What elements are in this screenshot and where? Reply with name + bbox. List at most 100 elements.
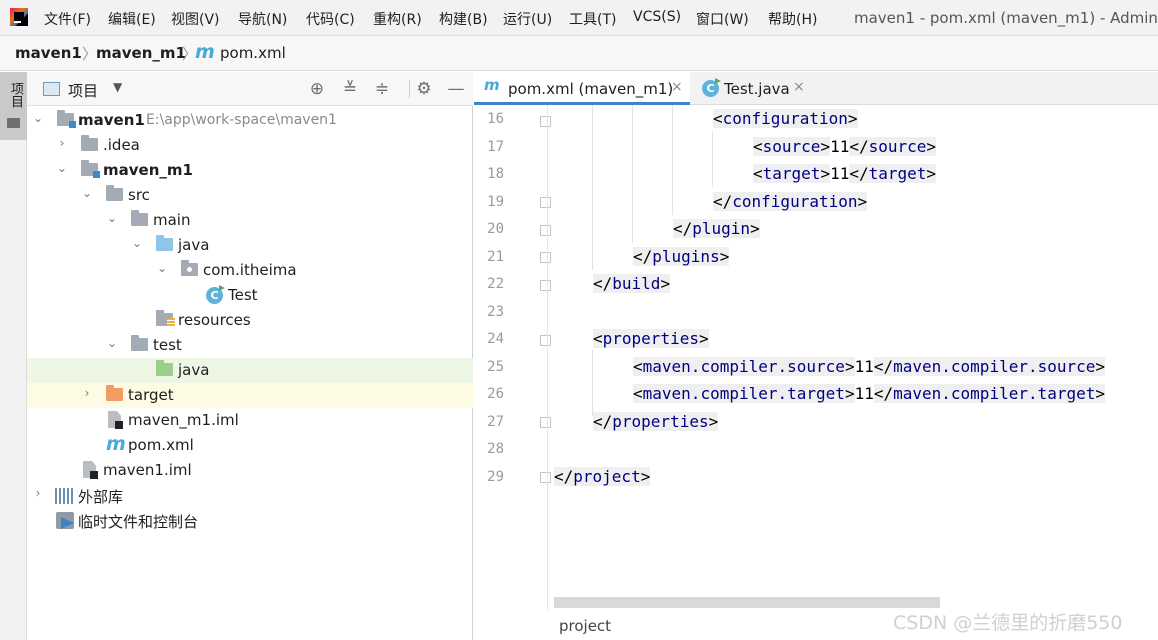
tree-item-test[interactable]: ⌄ test bbox=[27, 333, 473, 358]
editor-tab-bar: m pom.xml (maven_m1) × C Test.java × bbox=[474, 72, 1158, 105]
tree-item-label: maven_m1.iml bbox=[128, 411, 239, 429]
code-editor[interactable]: 16 17 18 19 20 21 22 23 24 25 26 27 28 2… bbox=[474, 105, 1158, 640]
fold-marker-icon[interactable] bbox=[540, 116, 551, 127]
left-tool-strip: 项目 bbox=[0, 72, 27, 640]
chevron-right-icon[interactable]: › bbox=[32, 486, 44, 502]
chevron-down-icon[interactable]: ⌄ bbox=[156, 261, 168, 277]
code-line-19: </configuration> bbox=[713, 192, 868, 211]
xml-tag: plugins bbox=[652, 247, 720, 266]
close-icon[interactable]: × bbox=[793, 79, 805, 95]
code-line-18: <target>11</target> bbox=[753, 164, 937, 183]
tree-item-com-itheima[interactable]: ⌄ com.itheima bbox=[27, 258, 473, 283]
chevron-down-icon[interactable]: ⌄ bbox=[32, 111, 44, 127]
fold-marker-icon[interactable] bbox=[540, 280, 551, 291]
menu-run[interactable]: 运行(U) bbox=[503, 9, 552, 29]
xml-tag: maven.compiler.source bbox=[642, 357, 845, 376]
menu-window[interactable]: 窗口(W) bbox=[696, 9, 749, 29]
chevron-right-icon[interactable]: › bbox=[56, 136, 68, 152]
fold-marker-icon[interactable] bbox=[540, 225, 551, 236]
menu-view[interactable]: 视图(V) bbox=[171, 9, 220, 29]
tree-item-resources[interactable]: resources bbox=[27, 308, 473, 333]
project-tool-window-tab[interactable]: 项目 bbox=[0, 72, 27, 140]
gear-icon[interactable]: ⚙ bbox=[414, 79, 434, 99]
tree-item-main-java[interactable]: ⌄ java bbox=[27, 233, 473, 258]
folder-icon bbox=[131, 210, 148, 226]
line-number: 19 bbox=[487, 194, 504, 210]
chevron-right-icon[interactable]: › bbox=[81, 386, 93, 402]
project-view-icon bbox=[43, 82, 60, 96]
xml-tag: maven.compiler.target bbox=[642, 384, 845, 403]
xml-tag: source bbox=[868, 137, 927, 156]
line-number: 18 bbox=[487, 166, 504, 182]
menu-build[interactable]: 构建(B) bbox=[439, 9, 488, 29]
line-number: 25 bbox=[487, 359, 504, 375]
chevron-down-icon[interactable]: ▼ bbox=[113, 80, 122, 94]
tree-item-main[interactable]: ⌄ main bbox=[27, 208, 473, 233]
fold-marker-icon[interactable] bbox=[540, 252, 551, 263]
tree-item-label: src bbox=[128, 186, 150, 204]
tree-item-target[interactable]: › target bbox=[27, 383, 473, 408]
menu-edit[interactable]: 编辑(E) bbox=[108, 9, 156, 29]
xml-value: 11 bbox=[854, 357, 874, 376]
menu-navigate[interactable]: 导航(N) bbox=[238, 9, 287, 29]
module-folder-icon bbox=[81, 160, 100, 178]
tree-item-label: pom.xml bbox=[128, 436, 194, 454]
breadcrumb-maven1[interactable]: maven1 bbox=[15, 44, 82, 62]
menu-vcs[interactable]: VCS(S) bbox=[633, 9, 681, 25]
indent-guide bbox=[592, 105, 593, 270]
fold-marker-icon[interactable] bbox=[540, 335, 551, 346]
menu-help[interactable]: 帮助(H) bbox=[768, 9, 817, 29]
breadcrumb-pom-xml[interactable]: pom.xml bbox=[220, 44, 286, 62]
tab-label: pom.xml (maven_m1) bbox=[508, 80, 674, 98]
chevron-down-icon[interactable]: ⌄ bbox=[106, 336, 118, 352]
divider bbox=[409, 80, 410, 98]
scratches-icon bbox=[56, 512, 74, 529]
fold-marker-icon[interactable] bbox=[540, 417, 551, 428]
tree-item-maven1-iml[interactable]: maven1.iml bbox=[27, 458, 473, 483]
code-line-25: <maven.compiler.source>11</maven.compile… bbox=[633, 357, 1106, 376]
chevron-down-icon[interactable]: ⌄ bbox=[56, 161, 68, 177]
folder-icon bbox=[106, 185, 123, 201]
tab-label: Test.java bbox=[724, 80, 790, 98]
editor-breadcrumb[interactable]: project bbox=[559, 617, 611, 635]
tree-item-src[interactable]: ⌄ src bbox=[27, 183, 473, 208]
chevron-down-icon[interactable]: ⌄ bbox=[106, 211, 118, 227]
menu-code[interactable]: 代码(C) bbox=[306, 9, 355, 29]
code-line-27: </properties> bbox=[593, 412, 719, 431]
java-class-icon: C bbox=[206, 287, 223, 304]
fold-marker-icon[interactable] bbox=[540, 197, 551, 208]
horizontal-scrollbar[interactable] bbox=[554, 597, 940, 608]
breadcrumb-separator-icon: 〉 bbox=[82, 45, 98, 63]
fold-marker-icon[interactable] bbox=[540, 472, 551, 483]
line-number: 23 bbox=[487, 304, 504, 320]
tree-item-maven1[interactable]: ⌄ maven1 E:\app\work-space\maven1 bbox=[27, 108, 473, 133]
xml-tag: maven.compiler.source bbox=[893, 357, 1096, 376]
project-panel-header: 项目 ▼ ⊕ ≚ ≑ ⚙ — bbox=[27, 72, 473, 106]
watermark: CSDN @兰德里的折磨550 bbox=[893, 612, 1123, 634]
tree-item-test-class[interactable]: C Test bbox=[27, 283, 473, 308]
menu-file[interactable]: 文件(F) bbox=[44, 9, 91, 29]
hide-panel-icon[interactable]: — bbox=[446, 79, 466, 99]
editor-gutter: 16 17 18 19 20 21 22 23 24 25 26 27 28 2… bbox=[474, 105, 551, 640]
menu-tools[interactable]: 工具(T) bbox=[569, 9, 616, 29]
tree-item-external-libraries[interactable]: › 外部库 bbox=[27, 483, 473, 508]
tree-item-idea[interactable]: › .idea bbox=[27, 133, 473, 158]
expand-all-icon[interactable]: ≚ bbox=[340, 79, 360, 99]
collapse-all-icon[interactable]: ≑ bbox=[372, 79, 392, 99]
chevron-down-icon[interactable]: ⌄ bbox=[131, 236, 143, 252]
tree-item-pom-xml[interactable]: m pom.xml bbox=[27, 433, 473, 458]
project-panel-title[interactable]: 项目 bbox=[68, 80, 98, 101]
tree-item-maven-m1[interactable]: ⌄ maven_m1 bbox=[27, 158, 473, 183]
tree-item-test-java[interactable]: java bbox=[27, 358, 473, 383]
tab-test-java[interactable]: C Test.java × bbox=[692, 72, 812, 105]
tree-item-scratches[interactable]: 临时文件和控制台 bbox=[27, 508, 473, 533]
menu-refactor[interactable]: 重构(R) bbox=[373, 9, 422, 29]
tree-item-maven-m1-iml[interactable]: maven_m1.iml bbox=[27, 408, 473, 433]
chevron-down-icon[interactable]: ⌄ bbox=[81, 186, 93, 202]
maven-file-icon: m bbox=[195, 41, 215, 63]
breadcrumb-maven-m1[interactable]: maven_m1 bbox=[96, 44, 186, 62]
folder-icon bbox=[7, 118, 20, 128]
close-icon[interactable]: × bbox=[671, 79, 683, 95]
tab-pom-xml[interactable]: m pom.xml (maven_m1) × bbox=[474, 72, 690, 105]
locate-file-icon[interactable]: ⊕ bbox=[307, 79, 327, 99]
